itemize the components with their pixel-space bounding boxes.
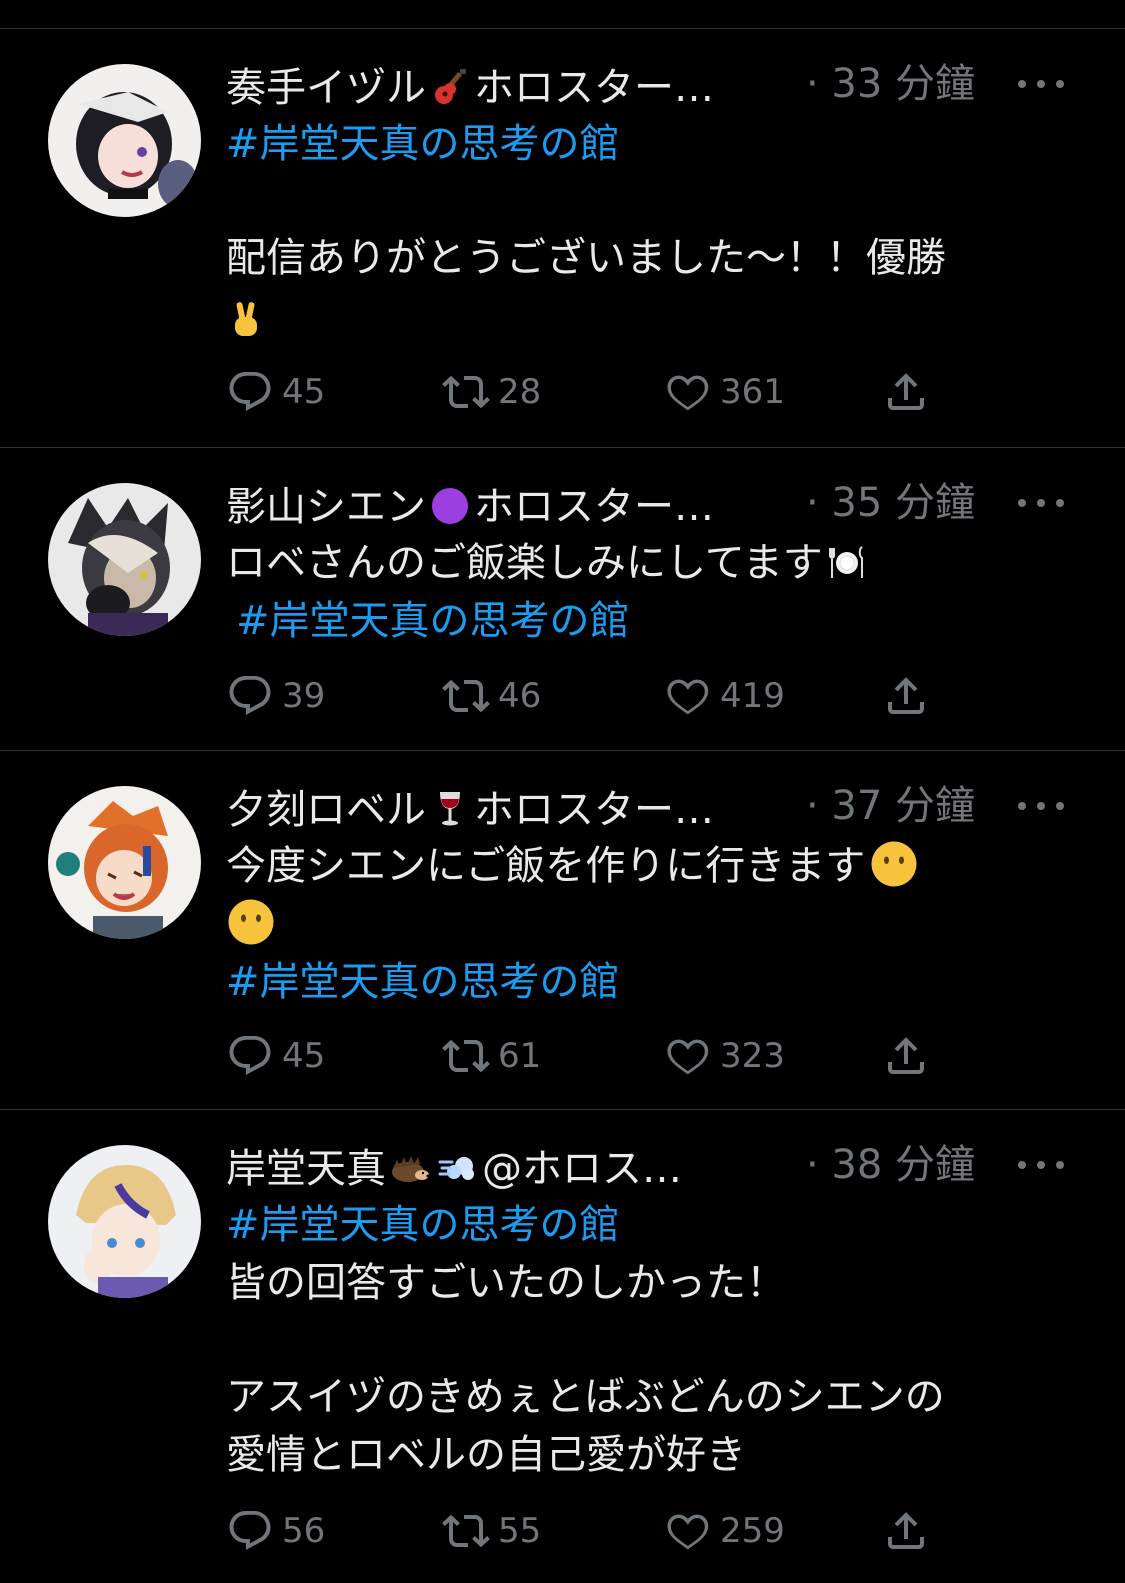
heart-icon xyxy=(664,672,712,720)
reply-button[interactable]: 45 xyxy=(226,1031,325,1081)
tweet[interactable]: 奏手イヅル ホロスター… · 33 分鐘 #岸堂天真の思考の館 配信ありがとうござ… xyxy=(0,29,1125,448)
reply-button[interactable]: 39 xyxy=(226,671,325,721)
tweet-text: 皆の回答すごいたのしかった！ xyxy=(226,1260,786,1306)
more-options-icon[interactable] xyxy=(1018,54,1064,114)
tweet-text: アスイヅのきめぇとばぶどんのシエンの xyxy=(226,1374,945,1420)
timestamp[interactable]: · 38 分鐘 xyxy=(806,1135,975,1195)
hashtag-link[interactable]: #岸堂天真の思考の館 xyxy=(226,953,620,1011)
share-button[interactable] xyxy=(882,367,938,417)
no-mouth-face-icon xyxy=(869,839,919,889)
reply-icon xyxy=(226,672,274,720)
tweet[interactable]: 岸堂天真 @ホロス… · 38 分鐘 #岸堂天真の思考の館 皆の回答すごいたのしか… xyxy=(0,1110,1125,1583)
avatar[interactable] xyxy=(48,786,201,939)
avatar[interactable] xyxy=(48,1145,201,1298)
share-icon xyxy=(882,672,930,720)
retweet-button[interactable]: 61 xyxy=(442,1031,541,1081)
timestamp[interactable]: · 37 分鐘 xyxy=(806,776,975,836)
heart-icon xyxy=(664,1032,712,1080)
tweet-text: ロベさんのご飯楽しみにしてます xyxy=(226,534,871,592)
like-button[interactable]: 361 xyxy=(664,367,785,417)
display-name[interactable]: 夕刻ロベル ホロスター… xyxy=(226,777,714,835)
display-name[interactable]: 影山シエン ホロスター… xyxy=(226,474,714,532)
retweet-button[interactable]: 55 xyxy=(442,1506,541,1556)
hashtag-link[interactable]: #岸堂天真の思考の館 xyxy=(226,1196,620,1254)
reply-button[interactable]: 56 xyxy=(226,1506,325,1556)
victory-hand-icon xyxy=(226,291,266,349)
purple-circle-icon xyxy=(430,486,470,526)
share-button[interactable] xyxy=(882,1506,938,1556)
reply-icon xyxy=(226,1032,274,1080)
hashtag-link[interactable]: #岸堂天真の思考の館 xyxy=(236,592,630,650)
avatar[interactable] xyxy=(48,64,201,217)
heart-icon xyxy=(664,1507,712,1555)
tweet[interactable]: 影山シエン ホロスター… · 35 分鐘 ロベさんのご飯楽しみにしてます #岸堂天… xyxy=(0,448,1125,751)
no-mouth-face-icon xyxy=(226,895,276,953)
wine-glass-icon xyxy=(430,789,470,829)
heart-icon xyxy=(664,368,712,416)
timestamp[interactable]: · 33 分鐘 xyxy=(806,54,975,114)
retweet-icon xyxy=(442,1032,490,1080)
reply-button[interactable]: 45 xyxy=(226,367,325,417)
like-button[interactable]: 323 xyxy=(664,1031,785,1081)
share-icon xyxy=(882,1507,930,1555)
more-options-icon[interactable] xyxy=(1018,473,1064,533)
share-button[interactable] xyxy=(882,1031,938,1081)
plate-cutlery-icon xyxy=(827,542,867,582)
like-button[interactable]: 259 xyxy=(664,1506,785,1556)
share-button[interactable] xyxy=(882,671,938,721)
reply-icon xyxy=(226,1507,274,1555)
top-divider xyxy=(0,0,1125,29)
retweet-button[interactable]: 46 xyxy=(442,671,541,721)
retweet-icon xyxy=(442,672,490,720)
more-options-icon[interactable] xyxy=(1018,776,1064,836)
like-button[interactable]: 419 xyxy=(664,671,785,721)
tweet-text: 今度シエンにご飯を作りに行きます xyxy=(226,837,923,895)
display-name[interactable]: 奏手イヅル ホロスター… xyxy=(226,55,714,113)
reply-icon xyxy=(226,368,274,416)
timestamp[interactable]: · 35 分鐘 xyxy=(806,473,975,533)
dash-icon xyxy=(438,1148,478,1188)
tweet-text: 配信ありがとうございました～！！優勝 xyxy=(226,235,946,281)
hashtag-link[interactable]: #岸堂天真の思考の館 xyxy=(226,115,620,173)
retweet-icon xyxy=(442,1507,490,1555)
avatar[interactable] xyxy=(48,483,201,636)
share-icon xyxy=(882,1032,930,1080)
share-icon xyxy=(882,368,930,416)
electric-guitar-icon xyxy=(430,67,470,107)
retweet-icon xyxy=(442,368,490,416)
tweet-text: 愛情とロベルの自己愛が好き xyxy=(226,1432,746,1478)
tweet[interactable]: 夕刻ロベル ホロスター… · 37 分鐘 今度シエンにご飯を作りに行きます #岸堂… xyxy=(0,751,1125,1110)
display-name[interactable]: 岸堂天真 @ホロス… xyxy=(226,1136,682,1194)
more-options-icon[interactable] xyxy=(1018,1135,1064,1195)
hedgehog-icon xyxy=(390,1148,430,1188)
retweet-button[interactable]: 28 xyxy=(442,367,541,417)
